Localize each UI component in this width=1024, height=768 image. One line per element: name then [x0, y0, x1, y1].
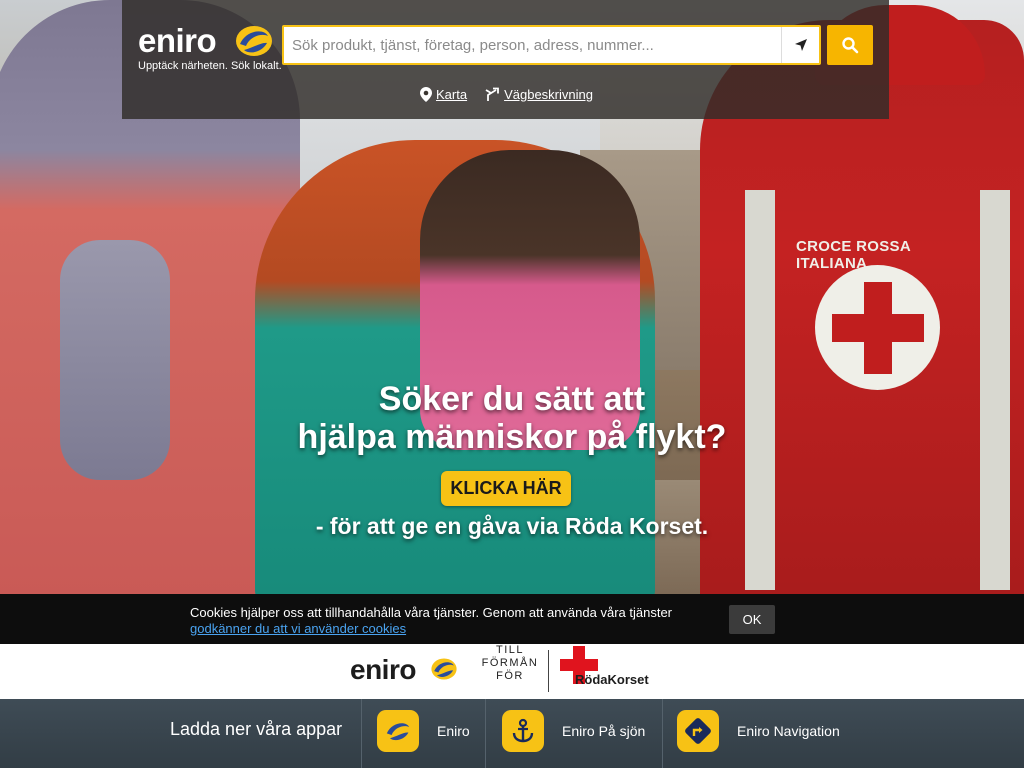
partner-till-forman-for: TILL FÖRMÅN FÖR [480, 644, 540, 683]
apps-footer: Ladda ner våra appar Eniro Eniro På sjön [0, 699, 1024, 768]
hero-title-line2: hjälpa människor på flykt? [297, 418, 727, 456]
hero-subtitle: - för att ge en gåva via Röda Korset. [315, 513, 709, 539]
partner-eniro-wordmark: eniro [350, 654, 416, 685]
locate-me-button[interactable] [781, 27, 819, 63]
click-here-button[interactable]: KLICKA HÄR [441, 471, 571, 506]
search-button[interactable] [827, 25, 873, 65]
search-icon [842, 37, 859, 54]
navigation-arrow-icon [677, 710, 719, 752]
cookie-ok-button[interactable]: OK [729, 605, 775, 634]
apps-separator [485, 699, 486, 768]
cookie-text: Cookies hjälper oss att tillhandahålla v… [190, 605, 672, 637]
eniro-logo[interactable]: eniro Upptäck närheten. Sök lokalt. [138, 20, 282, 75]
site-header: eniro Upptäck närheten. Sök lokalt. Kart [122, 0, 889, 119]
map-pin-icon [420, 87, 432, 102]
partner-till-line3: FÖR [496, 670, 524, 682]
apps-separator [361, 699, 362, 768]
app-eniro-label: Eniro [437, 723, 470, 739]
eniro-app-icon [377, 710, 419, 752]
partner-banner[interactable]: eniro TILL FÖRMÅN FÖR RödaKorset [0, 644, 1024, 699]
app-eniro[interactable]: Eniro [377, 709, 470, 753]
directions-link-label: Vägbeskrivning [504, 87, 593, 102]
partner-till-line1: TILL [495, 644, 524, 656]
logo-tagline: Upptäck närheten. Sök lokalt. [138, 60, 282, 72]
partner-till-line2: FÖRMÅN [481, 657, 539, 669]
map-link[interactable]: Karta [420, 87, 467, 102]
search-box [282, 25, 821, 65]
anchor-icon [502, 710, 544, 752]
partner-divider [548, 650, 549, 692]
app-eniro-navigation-label: Eniro Navigation [737, 723, 840, 739]
cookie-bar: Cookies hjälper oss att tillhandahålla v… [0, 594, 1024, 644]
app-eniro-pa-sjon-label: Eniro På sjön [562, 723, 646, 739]
logo-wordmark: eniro [138, 22, 217, 59]
cookie-message: Cookies hjälper oss att tillhandahålla v… [190, 605, 672, 620]
directions-icon [485, 87, 499, 101]
app-eniro-pa-sjon[interactable]: Eniro På sjön [502, 709, 645, 753]
roda-korset-text: RödaKorset [575, 672, 649, 687]
header-links: Karta Vägbeskrivning [420, 87, 593, 102]
location-arrow-icon [794, 39, 807, 51]
hero-title-line1: Söker du sätt att [378, 380, 646, 418]
apps-title: Ladda ner våra appar [170, 719, 343, 739]
eniro-swirl-icon [236, 26, 272, 56]
hero-vest-text: CROCE ROSSA ITALIANA [796, 238, 911, 272]
eniro-swirl-icon [431, 658, 457, 680]
apps-separator [662, 699, 663, 768]
hero-cross-horizontal [832, 314, 924, 342]
search-input[interactable] [284, 27, 782, 63]
hero-title: Söker du sätt att hjälpa människor på fl… [0, 380, 1024, 456]
map-link-label: Karta [436, 87, 468, 102]
cookie-policy-link[interactable]: godkänner du att vi använder cookies [190, 621, 672, 637]
app-eniro-navigation[interactable]: Eniro Navigation [677, 709, 840, 753]
directions-link[interactable]: Vägbeskrivning [485, 87, 593, 102]
